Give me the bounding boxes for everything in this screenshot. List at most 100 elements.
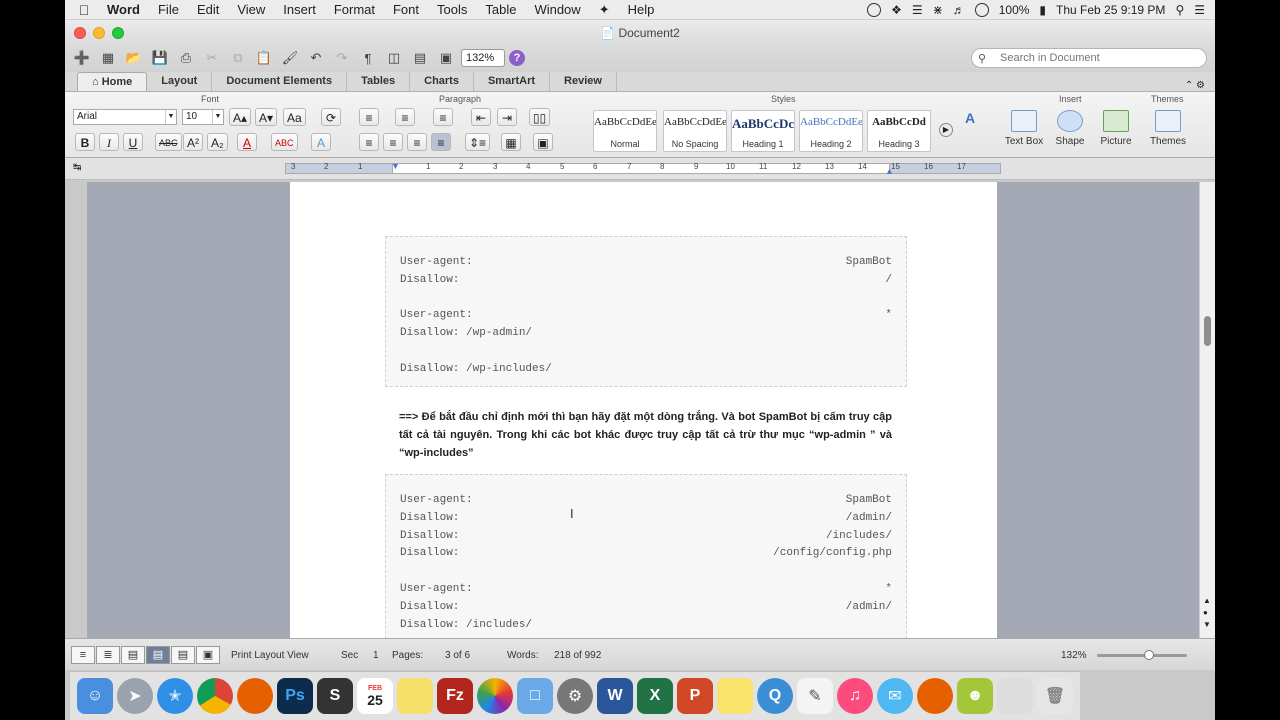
style-no-spacing[interactable]: AaBbCcDdEe No Spacing — [663, 110, 727, 152]
print-layout-view-icon[interactable]: ▤ — [146, 646, 170, 664]
strikethrough-icon[interactable]: ABC — [155, 133, 182, 151]
undo-icon[interactable]: ↶ — [305, 48, 327, 68]
justify-icon[interactable]: ≡ — [431, 133, 451, 151]
scroll-down-icon[interactable]: ▼ — [1203, 620, 1211, 629]
gallery-icon[interactable]: ▤ — [409, 48, 431, 68]
android-icon[interactable]: ☻ — [957, 678, 993, 714]
menu-table[interactable]: Table — [476, 2, 525, 17]
menu-font[interactable]: Font — [384, 2, 428, 17]
themes-button[interactable]: Themes — [1143, 110, 1193, 147]
new-document-icon[interactable]: ➕ — [71, 48, 93, 68]
bold-icon[interactable]: B — [75, 133, 95, 151]
zoom-slider[interactable] — [1097, 650, 1187, 660]
stickies-icon[interactable] — [717, 678, 753, 714]
itunes-icon[interactable]: ♫ — [837, 678, 873, 714]
tab-document-elements[interactable]: Document Elements — [212, 72, 348, 91]
search-box[interactable]: ⚲ — [971, 48, 1207, 68]
zoom-slider-knob[interactable] — [1144, 650, 1154, 660]
text-box-button[interactable]: Text Box — [999, 110, 1049, 147]
powerpoint-icon[interactable]: P — [677, 678, 713, 714]
chrome-icon[interactable] — [197, 678, 233, 714]
sublime-icon[interactable]: S — [317, 678, 353, 714]
record-icon[interactable] — [867, 2, 882, 17]
notes-icon[interactable] — [397, 678, 433, 714]
excel-icon[interactable]: X — [637, 678, 673, 714]
menu-help[interactable]: Help — [619, 2, 664, 17]
style-heading-1[interactable]: AaBbCcDc Heading 1 — [731, 110, 795, 152]
vertical-scrollbar[interactable]: ▲ ● ▼ — [1199, 182, 1215, 638]
firefox-icon[interactable] — [237, 678, 273, 714]
tab-tables[interactable]: Tables — [347, 72, 411, 91]
style-heading-2[interactable]: AaBbCcDdEe Heading 2 — [799, 110, 863, 152]
redo-icon[interactable]: ↷ — [331, 48, 353, 68]
ribbon-collapse-icon[interactable]: ⌃ ⚙ — [1185, 80, 1205, 91]
clear-formatting-icon[interactable]: ⟳ — [321, 108, 341, 126]
font-color-icon[interactable]: A — [237, 133, 257, 151]
tab-charts[interactable]: Charts — [410, 72, 474, 91]
save-icon[interactable]: 💾 — [149, 48, 171, 68]
grow-font-icon[interactable]: A▴ — [229, 108, 252, 126]
photoshop-icon[interactable]: Ps — [277, 678, 313, 714]
bluetooth-icon[interactable]: ⋇ — [933, 3, 943, 17]
align-right-icon[interactable]: ≡ — [407, 133, 427, 151]
ruler[interactable]: ↹ 3 2 1 1 2 3 4 5 6 7 8 9 10 11 12 13 14… — [65, 158, 1215, 180]
tab-layout[interactable]: Layout — [147, 72, 213, 91]
battery-text[interactable]: 100% — [999, 3, 1030, 17]
help-icon[interactable]: ? — [509, 50, 525, 66]
photos-icon[interactable] — [477, 678, 513, 714]
volume-icon[interactable]: ♬ — [953, 3, 965, 17]
close-window-button[interactable] — [74, 27, 86, 39]
menu-insert[interactable]: Insert — [274, 2, 325, 17]
font-size-select[interactable]: 10 ▼ — [182, 109, 224, 125]
shrink-font-icon[interactable]: A▾ — [255, 108, 278, 126]
line-spacing-icon[interactable]: ⇕≡ — [465, 133, 491, 151]
highlight-icon[interactable]: ABC — [271, 133, 298, 151]
superscript-icon[interactable]: A² — [183, 133, 203, 151]
keynote-icon[interactable]: □ — [517, 678, 553, 714]
datetime[interactable]: Thu Feb 25 9:19 PM — [1056, 3, 1165, 17]
system-preferences-icon[interactable]: ⚙ — [557, 678, 593, 714]
notebook-view-icon[interactable]: ▤ — [171, 646, 195, 664]
script-icon[interactable]: ✦ — [590, 2, 619, 18]
menu-window[interactable]: Window — [525, 2, 589, 17]
filezilla-icon[interactable]: Fz — [437, 678, 473, 714]
borders-icon[interactable]: ▣ — [533, 133, 553, 151]
battery-icon[interactable]: ▮ — [1039, 3, 1046, 17]
shading-icon[interactable]: ▦ — [501, 133, 521, 151]
tab-home[interactable]: ⌂ Home — [77, 72, 148, 91]
styles-next-icon[interactable]: ▶ — [939, 123, 953, 137]
picture-button[interactable]: Picture — [1091, 110, 1141, 147]
templates-icon[interactable]: ▦ — [97, 48, 119, 68]
messages-icon[interactable]: ✉ — [877, 678, 913, 714]
paste-icon[interactable]: 📋 — [253, 48, 275, 68]
publishing-view-icon[interactable]: ▤ — [121, 646, 145, 664]
trash-icon[interactable]: 🗑 — [1037, 678, 1073, 714]
focus-view-icon[interactable]: ▣ — [196, 646, 220, 664]
align-left-icon[interactable]: ≡ — [359, 133, 379, 151]
safari-icon[interactable]: ✭ — [157, 678, 193, 714]
spotlight-icon[interactable]: ⚲ — [1175, 3, 1184, 17]
draft-view-icon[interactable]: ≡ — [71, 646, 95, 664]
tab-selector-icon[interactable]: ↹ — [73, 162, 81, 173]
apple-icon[interactable]:  — [65, 2, 93, 18]
align-center-icon[interactable]: ≡ — [383, 133, 403, 151]
shape-button[interactable]: Shape — [1045, 110, 1095, 147]
wifi-icon[interactable]: ☰ — [912, 3, 923, 17]
menu-edit[interactable]: Edit — [188, 2, 228, 17]
page[interactable]: User-agent: SpamBot Disallow: / User-agent… — [290, 182, 997, 638]
italic-icon[interactable]: I — [99, 133, 119, 151]
finder-icon[interactable]: ☺ — [77, 678, 113, 714]
indent-marker-icon[interactable]: ▼ — [391, 161, 400, 171]
outline-view-icon[interactable]: ≣ — [96, 646, 120, 664]
browse-object-icon[interactable]: ● — [1203, 608, 1208, 617]
format-painter-icon[interactable]: 🖌 — [279, 48, 301, 68]
clock-icon[interactable] — [974, 2, 989, 17]
scroll-up-icon[interactable]: ▲ — [1203, 596, 1211, 605]
subscript-icon[interactable]: A₂ — [207, 133, 228, 151]
scroll-thumb[interactable] — [1204, 316, 1211, 346]
menu-file[interactable]: File — [149, 2, 188, 17]
launchpad-icon[interactable]: ➤ — [117, 678, 153, 714]
menu-view[interactable]: View — [228, 2, 274, 17]
menu-tools[interactable]: Tools — [428, 2, 476, 17]
minimize-window-button[interactable] — [93, 27, 105, 39]
